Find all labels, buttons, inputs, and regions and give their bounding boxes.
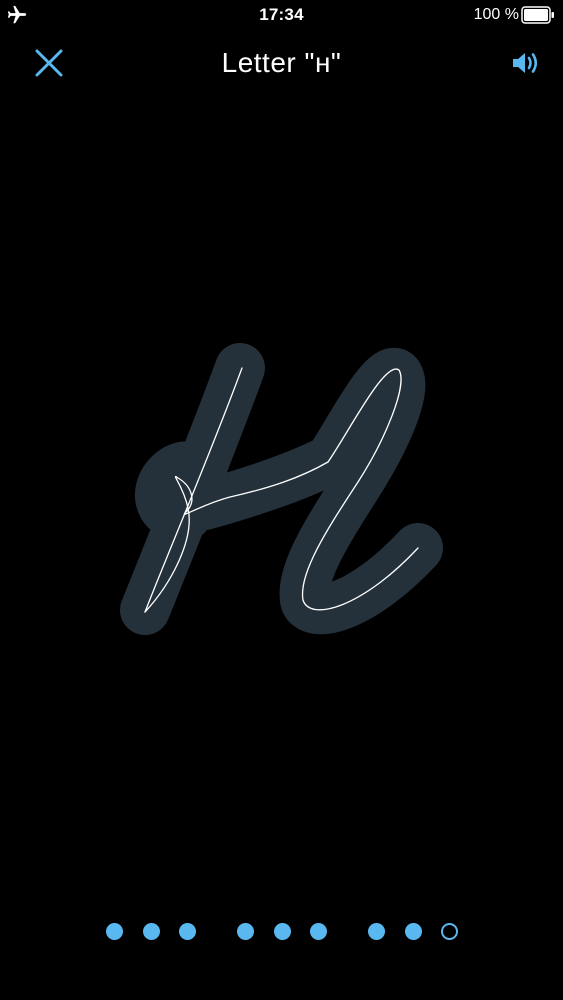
page-dot[interactable] [106,923,123,940]
letter-tracing-canvas[interactable] [0,300,563,700]
letter-shape [120,343,443,635]
page-dot[interactable] [441,923,458,940]
page-dot[interactable] [368,923,385,940]
speaker-icon [513,53,538,73]
sound-button[interactable] [509,48,543,78]
page-dot[interactable] [179,923,196,940]
close-button[interactable] [30,46,68,80]
nav-bar: Letter "н" [0,34,563,92]
battery-icon [521,6,554,24]
page-dot[interactable] [237,923,254,940]
page-dot[interactable] [142,923,160,940]
battery-percent: 100 % [473,6,519,23]
page-title: Letter "н" [221,47,342,78]
status-bar: 17:34 100 % [0,0,563,30]
page-dot[interactable] [404,923,422,940]
page-dot[interactable] [310,923,327,940]
page-dot[interactable] [273,923,291,940]
pagination-dots [0,920,563,944]
close-icon [35,49,63,77]
